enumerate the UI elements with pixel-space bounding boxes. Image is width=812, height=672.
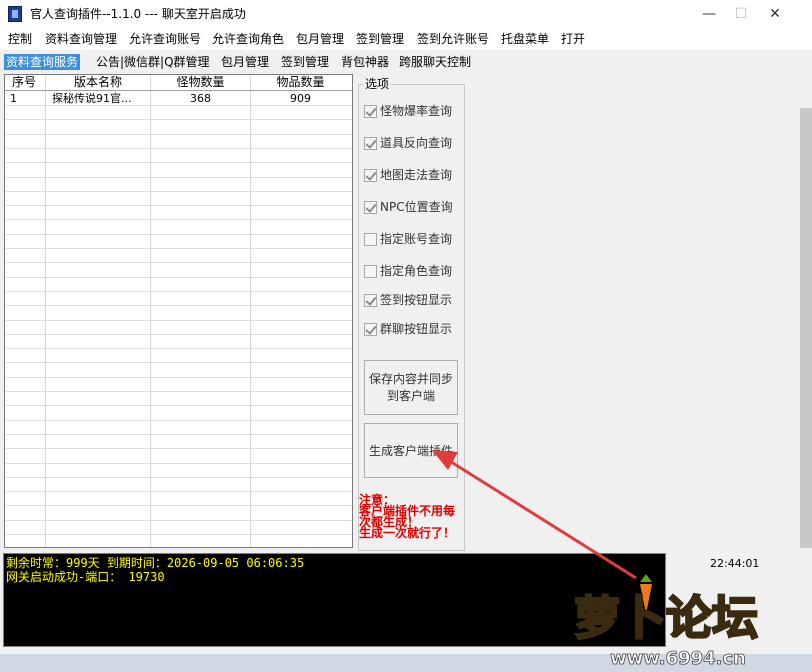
- generate-client-plugin-button[interactable]: 生成客户端插件: [364, 423, 458, 478]
- watermark-logo: 萝卜论坛 www.6994.cn: [573, 574, 759, 669]
- table-row-divider: [5, 305, 352, 306]
- menu-tray[interactable]: 托盘菜单: [501, 31, 549, 47]
- background-window: [800, 108, 812, 548]
- checkbox-label: 群聊按钮显示: [380, 322, 453, 336]
- tab-monthly[interactable]: 包月管理: [221, 54, 269, 70]
- options-title: 选项: [363, 76, 392, 92]
- table-row-divider: [5, 405, 352, 406]
- table-row-divider: [5, 262, 352, 263]
- table-cell-monster-count[interactable]: 368: [151, 92, 250, 105]
- table-row-divider: [5, 162, 352, 163]
- table-header-separator: [5, 90, 352, 91]
- tab-data-query-service[interactable]: 资料查询服务: [4, 54, 81, 70]
- column-header-monster-count[interactable]: 怪物数量: [151, 75, 250, 89]
- table-row-divider: [5, 177, 352, 178]
- checkbox-specified-account[interactable]: [364, 233, 377, 246]
- note-text: 注意： 客户端插件不用每 次都生成！ 生成一次就行了！: [359, 494, 467, 540]
- logo-url: www.6994.cn: [610, 648, 746, 669]
- table-row-divider: [5, 505, 352, 506]
- checkbox-specified-role[interactable]: [364, 265, 377, 278]
- note-line: 生成一次就行了！: [359, 526, 456, 540]
- table-row-divider: [5, 134, 352, 135]
- column-header-version[interactable]: 版本名称: [46, 75, 150, 89]
- app-icon: [8, 6, 22, 22]
- checkbox-label: 道具反向查询: [380, 136, 453, 150]
- table-row-divider: [5, 420, 352, 421]
- table-row-divider: [5, 191, 352, 192]
- table-row-divider: [5, 391, 352, 392]
- table-row-divider: [5, 277, 352, 278]
- table-row-divider: [5, 534, 352, 535]
- column-header-item-count[interactable]: 物品数量: [251, 75, 350, 89]
- table-row-divider: [5, 334, 352, 335]
- checkbox-checkin-button[interactable]: [364, 294, 377, 307]
- table-row-divider: [5, 448, 352, 449]
- table-row-divider: [5, 234, 352, 235]
- table-cell-item-count[interactable]: 909: [251, 92, 350, 105]
- menu-bar: [0, 28, 812, 50]
- table-row-divider: [5, 491, 352, 492]
- window-title: 官人查询插件--1.1.0 --- 聊天室开启成功: [30, 7, 246, 21]
- menu-allowed-accounts[interactable]: 允许查询账号: [129, 31, 201, 47]
- table-row-divider: [5, 477, 352, 478]
- checkbox-label: 签到按钮显示: [380, 293, 453, 307]
- log-line: 网关启动成功-端口： 19730: [6, 570, 165, 584]
- tab-announcement[interactable]: 公告|微信群|Q群管理: [96, 54, 210, 70]
- table-row-divider: [5, 219, 352, 220]
- table-row-divider: [5, 320, 352, 321]
- tab-backpack[interactable]: 背包神器: [341, 54, 389, 70]
- checkbox-monster-drop[interactable]: [364, 105, 377, 118]
- close-button[interactable]: ✕: [764, 4, 786, 24]
- table-cell-version[interactable]: 探秘传说91官...: [52, 92, 148, 105]
- checkbox-item-reverse[interactable]: [364, 137, 377, 150]
- checkbox-label: NPC位置查询: [380, 200, 453, 214]
- maximize-button[interactable]: ☐: [730, 4, 752, 24]
- menu-control[interactable]: 控制: [8, 31, 32, 47]
- checkbox-map-route[interactable]: [364, 169, 377, 182]
- table-row-divider: [5, 148, 352, 149]
- table-cell-index[interactable]: 1: [10, 92, 44, 105]
- table-row-divider: [5, 105, 352, 106]
- log-line: 剩余时常：999天 到期时间：2026-09-05 06:06:35: [6, 556, 305, 570]
- save-sync-button[interactable]: 保存内容并同步 到客户端: [364, 360, 458, 415]
- clock-text: 22:44:01: [710, 557, 760, 570]
- logo-text: 萝卜论坛: [574, 591, 758, 645]
- checkbox-label: 地图走法查询: [380, 168, 453, 182]
- save-sync-button-line1: 保存内容并同步: [368, 372, 453, 386]
- table-row-divider: [5, 377, 352, 378]
- table-row-divider: [5, 119, 352, 120]
- table-row-divider: [5, 248, 352, 249]
- save-sync-button-line2: 到客户端: [386, 389, 435, 403]
- menu-checkin-accounts[interactable]: 签到允许账号: [417, 31, 489, 47]
- checkbox-npc-location[interactable]: [364, 201, 377, 214]
- carrot-leaf: [640, 574, 652, 582]
- menu-data-query-manage[interactable]: 资料查询管理: [45, 31, 117, 47]
- table-row-divider: [5, 434, 352, 435]
- menu-checkin-manage[interactable]: 签到管理: [356, 31, 404, 47]
- table-row-divider: [5, 362, 352, 363]
- table-row-divider: [5, 348, 352, 349]
- table-row-divider: [5, 205, 352, 206]
- menu-monthly-manage[interactable]: 包月管理: [296, 31, 344, 47]
- table-row-divider: [5, 520, 352, 521]
- tab-cross-server-chat[interactable]: 跨服聊天控制: [399, 54, 471, 70]
- checkbox-group-chat-button[interactable]: [364, 323, 377, 336]
- menu-allowed-roles[interactable]: 允许查询角色: [212, 31, 284, 47]
- column-header-index[interactable]: 序号: [6, 75, 42, 89]
- tab-checkin[interactable]: 签到管理: [281, 54, 329, 70]
- checkbox-label: 怪物爆率查询: [380, 104, 453, 118]
- options-group: [358, 84, 465, 551]
- menu-open[interactable]: 打开: [561, 31, 585, 47]
- checkbox-label: 指定角色查询: [380, 264, 453, 278]
- minimize-button[interactable]: —: [698, 4, 720, 24]
- table-row-divider: [5, 463, 352, 464]
- checkbox-label: 指定账号查询: [380, 232, 453, 246]
- table-row-divider: [5, 291, 352, 292]
